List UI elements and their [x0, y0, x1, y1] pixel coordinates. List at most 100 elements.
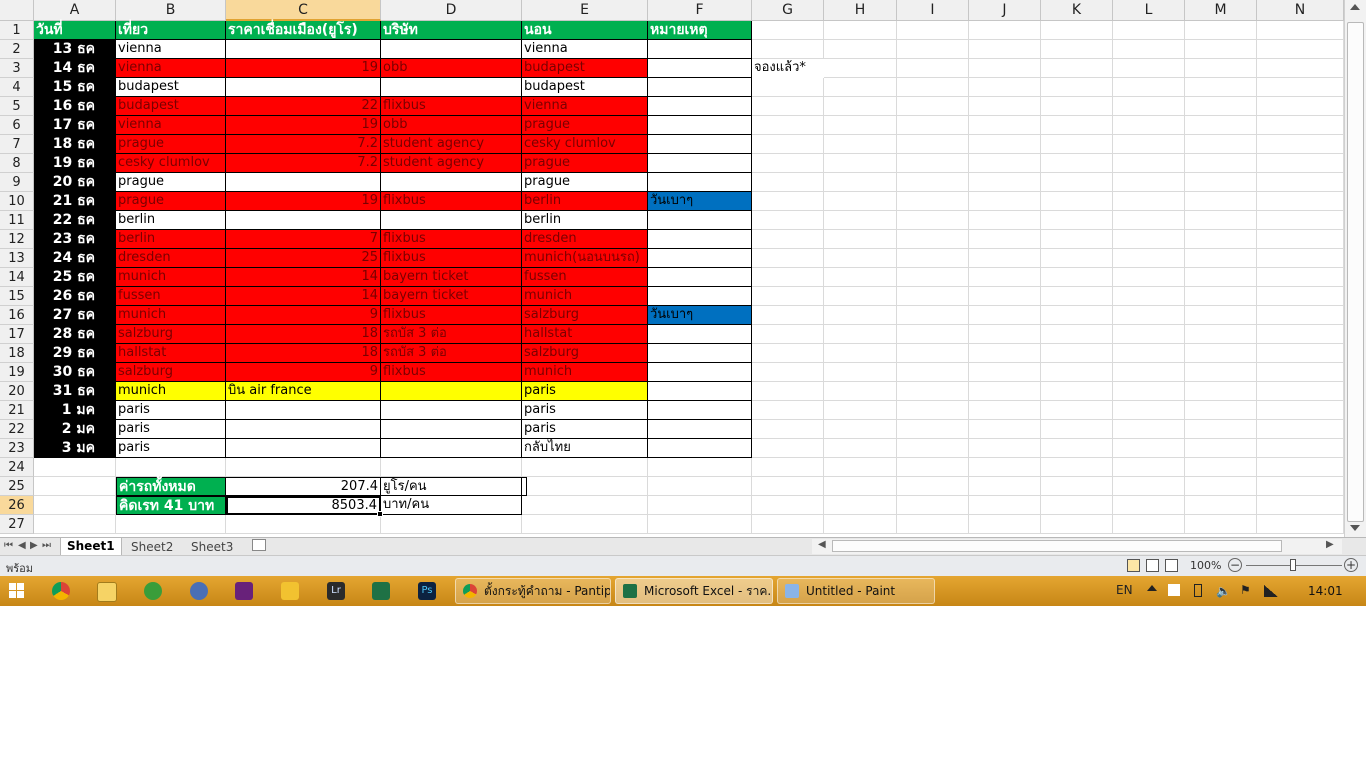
empty-cell[interactable]: [34, 496, 116, 515]
stay-cell[interactable]: paris: [522, 382, 648, 401]
lightroom-icon[interactable]: Lr: [327, 582, 345, 600]
empty-cell[interactable]: [897, 439, 969, 458]
empty-cell[interactable]: [1041, 401, 1113, 420]
empty-cell[interactable]: [897, 230, 969, 249]
empty-cell[interactable]: [752, 211, 824, 230]
empty-cell[interactable]: [1185, 382, 1257, 401]
row-header-6[interactable]: 6: [0, 116, 34, 135]
price-cell[interactable]: [226, 211, 381, 230]
row-header-19[interactable]: 19: [0, 363, 34, 382]
price-cell[interactable]: 7: [226, 230, 381, 249]
row-header-23[interactable]: 23: [0, 439, 34, 458]
horizontal-scrollbar[interactable]: ◀ ▶: [812, 539, 1342, 554]
empty-cell[interactable]: [1257, 496, 1344, 515]
empty-cell[interactable]: [1041, 268, 1113, 287]
zoom-slider[interactable]: [1246, 559, 1342, 571]
empty-cell[interactable]: [1185, 154, 1257, 173]
empty-cell[interactable]: [969, 40, 1041, 59]
empty-cell[interactable]: [897, 78, 969, 97]
trip-cell[interactable]: budapest: [116, 78, 226, 97]
company-cell[interactable]: [381, 401, 522, 420]
empty-cell[interactable]: [824, 192, 897, 211]
empty-cell[interactable]: [522, 477, 648, 496]
empty-cell[interactable]: [752, 458, 824, 477]
date-cell[interactable]: 14 ธค: [34, 59, 116, 78]
price-cell[interactable]: 19: [226, 192, 381, 211]
empty-cell[interactable]: [752, 306, 824, 325]
price-cell[interactable]: 9: [226, 306, 381, 325]
summary-spacer[interactable]: [522, 477, 527, 496]
trip-cell[interactable]: vienna: [116, 40, 226, 59]
column-header-b[interactable]: B: [116, 0, 226, 21]
empty-cell[interactable]: [1257, 78, 1344, 97]
empty-cell[interactable]: [1257, 230, 1344, 249]
empty-cell[interactable]: [1257, 287, 1344, 306]
stay-cell[interactable]: paris: [522, 420, 648, 439]
empty-cell[interactable]: [752, 363, 824, 382]
note-cell[interactable]: [648, 363, 752, 382]
empty-cell[interactable]: [1041, 306, 1113, 325]
empty-cell[interactable]: [648, 458, 752, 477]
empty-cell[interactable]: [897, 344, 969, 363]
empty-cell[interactable]: [897, 496, 969, 515]
page-layout-icon[interactable]: [1146, 559, 1159, 572]
date-cell[interactable]: 18 ธค: [34, 135, 116, 154]
empty-cell[interactable]: [824, 249, 897, 268]
empty-cell[interactable]: [897, 287, 969, 306]
empty-cell[interactable]: [522, 515, 648, 534]
empty-cell[interactable]: [1257, 401, 1344, 420]
empty-cell[interactable]: [969, 325, 1041, 344]
empty-cell[interactable]: [1185, 477, 1257, 496]
empty-cell[interactable]: [1257, 363, 1344, 382]
stay-cell[interactable]: salzburg: [522, 306, 648, 325]
empty-cell[interactable]: [1185, 325, 1257, 344]
trip-cell[interactable]: salzburg: [116, 325, 226, 344]
stay-cell[interactable]: budapest: [522, 78, 648, 97]
empty-cell[interactable]: [824, 401, 897, 420]
price-cell[interactable]: [226, 173, 381, 192]
empty-cell[interactable]: [1113, 420, 1185, 439]
empty-cell[interactable]: [381, 515, 522, 534]
empty-cell[interactable]: [1185, 439, 1257, 458]
empty-cell[interactable]: [1185, 97, 1257, 116]
empty-cell[interactable]: [897, 382, 969, 401]
empty-cell[interactable]: [1041, 135, 1113, 154]
scroll-up-arrow[interactable]: [1350, 4, 1360, 10]
trip-cell[interactable]: munich: [116, 306, 226, 325]
empty-cell[interactable]: [824, 287, 897, 306]
price-cell[interactable]: 14: [226, 287, 381, 306]
note-cell[interactable]: [648, 135, 752, 154]
column-header-f[interactable]: F: [648, 0, 752, 21]
column-header-c[interactable]: C: [226, 0, 381, 21]
date-cell[interactable]: 2 มค: [34, 420, 116, 439]
empty-cell[interactable]: [1041, 211, 1113, 230]
empty-cell[interactable]: [969, 477, 1041, 496]
empty-cell[interactable]: [1185, 249, 1257, 268]
trip-cell[interactable]: prague: [116, 192, 226, 211]
empty-cell[interactable]: [824, 21, 897, 40]
column-header-h[interactable]: H: [824, 0, 897, 21]
note-cell[interactable]: วันเบาๆ: [648, 306, 752, 325]
empty-cell[interactable]: [1041, 363, 1113, 382]
company-cell[interactable]: [381, 173, 522, 192]
file-explorer-icon[interactable]: [97, 582, 117, 602]
empty-cell[interactable]: [752, 135, 824, 154]
network-globe-icon[interactable]: [144, 582, 162, 600]
empty-cell[interactable]: [897, 325, 969, 344]
empty-cell[interactable]: [1113, 135, 1185, 154]
price-cell[interactable]: 19: [226, 116, 381, 135]
row-header-12[interactable]: 12: [0, 230, 34, 249]
empty-cell[interactable]: [1185, 306, 1257, 325]
first-sheet-icon[interactable]: ⏮: [4, 540, 13, 551]
empty-cell[interactable]: [824, 59, 897, 78]
company-cell[interactable]: obb: [381, 116, 522, 135]
company-cell[interactable]: [381, 420, 522, 439]
stay-cell[interactable]: berlin: [522, 211, 648, 230]
total-value-cell[interactable]: 207.4: [226, 477, 381, 496]
price-cell[interactable]: [226, 40, 381, 59]
empty-cell[interactable]: [1113, 116, 1185, 135]
price-cell[interactable]: 14: [226, 268, 381, 287]
trip-cell[interactable]: salzburg: [116, 363, 226, 382]
empty-cell[interactable]: [752, 477, 824, 496]
company-cell[interactable]: bayern ticket: [381, 287, 522, 306]
